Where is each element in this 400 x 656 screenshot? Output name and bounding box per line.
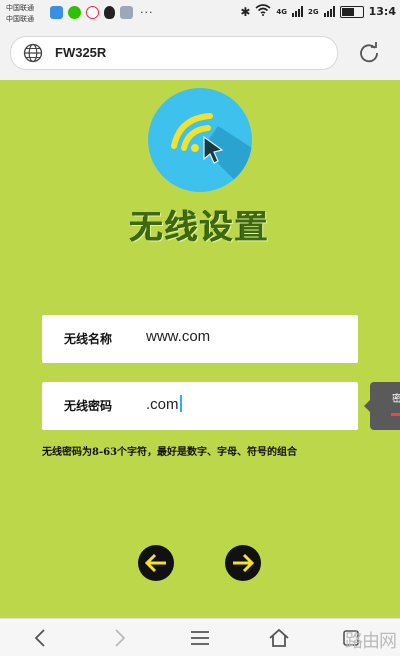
page-title: 无线设置	[130, 207, 270, 246]
wechat-icon	[68, 6, 81, 19]
globe-icon	[23, 43, 43, 63]
network-type-1: 4G	[276, 7, 287, 16]
more-notifications-icon: ···	[140, 6, 154, 19]
notification-icons: ···	[50, 6, 154, 19]
status-bar: 中国联通 中国联通 ··· ✱ 4G 2G 13:4	[0, 0, 400, 28]
browser-toolbar: FW325R	[0, 28, 400, 80]
url-text: FW325R	[55, 45, 107, 60]
wifi-logo-icon	[148, 88, 252, 192]
ssid-label: 无线名称	[64, 332, 113, 346]
password-tooltip: 密	[364, 382, 400, 430]
password-value: .com	[146, 396, 179, 413]
previous-button[interactable]	[138, 545, 174, 581]
watermark-text: 路由网	[345, 631, 397, 652]
home-icon[interactable]	[268, 628, 290, 648]
battery-icon	[339, 5, 364, 18]
carrier-2: 中国联通	[6, 15, 34, 23]
qq-icon	[104, 6, 115, 19]
password-hint: 无线密码为8-63个字符，最好是数字、字母、符号的组合	[42, 447, 298, 458]
arrow-left-icon	[144, 553, 166, 573]
address-bar[interactable]: FW325R	[10, 36, 338, 70]
text-cursor	[179, 395, 182, 412]
forward-icon[interactable]	[108, 628, 130, 648]
signal-icon-1	[292, 6, 303, 17]
password-input[interactable]: .com	[146, 395, 182, 413]
arrow-right-icon	[233, 553, 255, 573]
image-notification-icon	[120, 6, 133, 19]
ssid-input[interactable]: www.com	[146, 328, 210, 345]
network-type-2: 2G	[308, 7, 319, 16]
app-notification-icon	[50, 6, 63, 19]
wifi-icon	[255, 4, 271, 19]
ssid-field[interactable]: 无线名称 www.com	[42, 315, 358, 363]
password-field[interactable]: 无线密码 .com	[42, 382, 358, 430]
reload-icon[interactable]	[358, 42, 380, 64]
tooltip-text: 密	[392, 394, 400, 405]
menu-icon[interactable]	[189, 628, 211, 648]
carrier-info: 中国联通 中国联通	[6, 3, 34, 25]
system-icons: ✱ 4G 2G 13:4	[240, 4, 396, 19]
clock: 13:4	[368, 5, 396, 18]
tooltip-strength-bar	[391, 413, 400, 416]
signal-icon-2	[323, 6, 335, 17]
weibo-icon	[86, 6, 99, 19]
back-icon[interactable]	[30, 628, 52, 648]
next-button[interactable]	[225, 545, 261, 581]
bluetooth-icon: ✱	[240, 4, 251, 19]
password-label: 无线密码	[64, 399, 113, 413]
carrier-1: 中国联通	[6, 4, 34, 12]
browser-bottom-bar: 路由网	[0, 618, 400, 656]
